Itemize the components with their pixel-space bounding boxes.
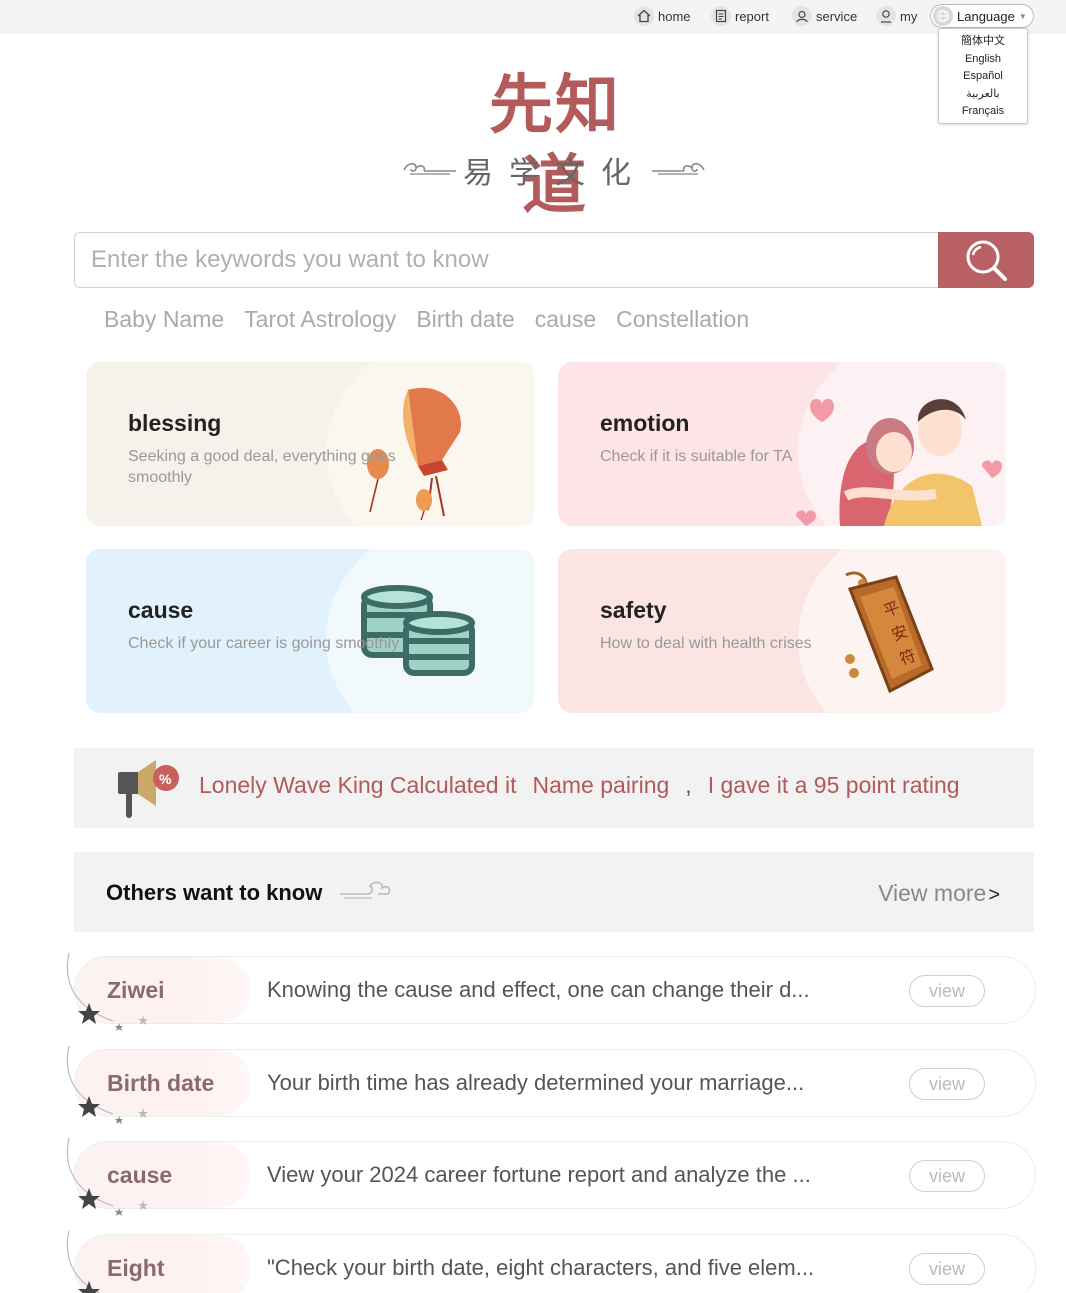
card-description: How to deal with health crises: [600, 635, 812, 652]
card-safety[interactable]: 平 安 符 safety How to deal with health cri…: [558, 549, 1006, 713]
card-title: emotion: [600, 410, 690, 436]
service-icon: [792, 6, 812, 26]
announcement-text: Lonely Wave King Calculated it Name pair…: [199, 772, 960, 799]
language-option-zh[interactable]: 簡体中文: [939, 33, 1027, 51]
row-tag-label: Ziwei: [107, 977, 165, 1003]
megaphone-icon: %: [118, 760, 179, 818]
home-icon: [634, 6, 654, 26]
card-blessing[interactable]: blessing Seeking a good deal, everything…: [86, 362, 534, 526]
nav-service-label: service: [816, 8, 858, 24]
announcement-rating: I gave it a 95 point rating: [707, 772, 960, 798]
row-tag-label: Eight: [107, 1255, 165, 1281]
others-header: Others want to know View more >: [74, 852, 1034, 932]
card-description: Check if your career is going smoothly: [128, 635, 400, 652]
list-item[interactable]: Eight "Check your birth date, eight char…: [66, 1230, 1036, 1293]
logo-title: 先知道: [489, 68, 621, 223]
announcement-separator: ,: [685, 772, 692, 798]
row-title: "Check your birth date, eight characters…: [267, 1255, 815, 1280]
logo-subtitle: 易学文化: [463, 156, 647, 191]
announcement-user: Lonely Wave King Calculated it: [199, 772, 517, 798]
hot-search-tags: Baby Name Tarot Astrology Birth date cau…: [104, 306, 749, 336]
language-option-ar[interactable]: بالعربية: [939, 86, 1027, 104]
view-button[interactable]: view: [909, 1160, 985, 1192]
row-tag-label: Birth date: [107, 1070, 215, 1096]
language-option-es[interactable]: Español: [939, 68, 1027, 86]
report-icon: [711, 6, 731, 26]
nav-my-label: my: [900, 8, 918, 24]
cloud-ornament-icon: [652, 162, 705, 175]
globe-icon: [933, 6, 953, 26]
row-title: Your birth time has already determined y…: [267, 1070, 805, 1095]
language-label: Language: [957, 8, 1015, 24]
chevron-down-icon: ▼: [1018, 11, 1027, 21]
view-button[interactable]: view: [909, 975, 985, 1007]
hot-tag[interactable]: cause: [535, 306, 596, 336]
card-title: cause: [128, 597, 194, 623]
chevron-right-icon: >: [988, 884, 1000, 906]
user-icon: [876, 6, 896, 26]
nav-report[interactable]: report: [711, 4, 769, 28]
view-more-link[interactable]: View more >: [878, 880, 1000, 907]
hot-tag[interactable]: Birth date: [416, 306, 514, 336]
card-title: safety: [600, 597, 667, 623]
language-dropdown: 簡体中文 English Español بالعربية Français: [938, 28, 1028, 124]
list-item[interactable]: cause View your 2024 career fortune repo…: [66, 1137, 1036, 1216]
view-button[interactable]: view: [909, 1253, 985, 1285]
nav-service[interactable]: service: [792, 4, 857, 28]
search-icon: [966, 240, 1007, 281]
language-option-en[interactable]: English: [939, 51, 1027, 69]
announcement-banner: % Lonely Wave King Calculated it Name pa…: [74, 748, 1034, 828]
view-button[interactable]: view: [909, 1068, 985, 1100]
site-logo[interactable]: 先知道 易学文化: [400, 66, 710, 223]
hot-tag[interactable]: Tarot Astrology: [244, 306, 396, 336]
list-item[interactable]: Birth date Your birth time has already d…: [66, 1045, 1036, 1124]
nav-my[interactable]: my: [876, 4, 917, 28]
language-selector[interactable]: Language ▼: [930, 4, 1034, 28]
nav-home[interactable]: home: [634, 4, 691, 28]
nav-home-label: home: [658, 8, 691, 24]
section-title: Others want to know: [106, 880, 323, 905]
nav-report-label: report: [735, 8, 769, 24]
cloud-ornament-icon: [340, 881, 391, 899]
hot-tag[interactable]: Baby Name: [104, 306, 224, 336]
card-emotion[interactable]: emotion Check if it is suitable for TA: [558, 362, 1006, 526]
card-cause[interactable]: cause Check if your career is going smoo…: [86, 549, 534, 713]
hot-tag[interactable]: Constellation: [616, 306, 749, 336]
row-title: Knowing the cause and effect, one can ch…: [267, 977, 810, 1002]
list-item[interactable]: Ziwei Knowing the cause and effect, one …: [66, 952, 1036, 1031]
card-title: blessing: [128, 410, 222, 436]
search-input[interactable]: [75, 233, 940, 287]
card-description: Seeking a good deal, everything goes smo…: [128, 448, 396, 486]
language-option-fr[interactable]: Français: [939, 103, 1027, 121]
announcement-item[interactable]: Name pairing: [533, 772, 670, 799]
row-title: View your 2024 career fortune report and…: [267, 1162, 811, 1187]
announcement-badge: %: [159, 771, 172, 787]
row-tag-label: cause: [107, 1162, 173, 1188]
search-box: [74, 232, 940, 288]
search-button[interactable]: [938, 232, 1034, 288]
card-description: Check if it is suitable for TA: [600, 448, 793, 465]
view-more-label: View more: [878, 880, 987, 906]
